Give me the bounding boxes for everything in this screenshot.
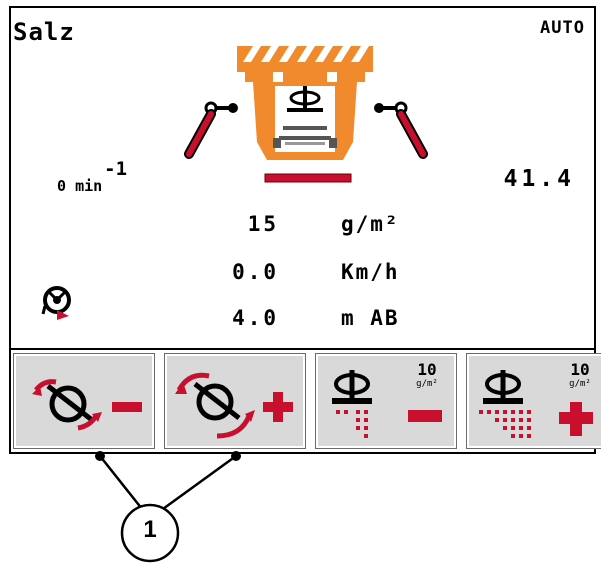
disc-speed-readout: 0 min-1 [57, 158, 127, 195]
callout-number: 1 [143, 516, 157, 543]
terminal-screen: Salz AUTO 0 min-1 41.4 15 g/m² 0.0 Km/h … [9, 6, 601, 454]
disc-speed-unit: min [75, 177, 103, 195]
speed-value: 0.0 [232, 260, 279, 284]
rate-increase-button[interactable]: 10 g/m² [467, 354, 601, 448]
disc-speed-value: 0 [57, 177, 67, 195]
rate-step-label: 10 g/m² [563, 362, 597, 392]
disc-speed-exponent: -1 [104, 158, 128, 180]
rate-step-label: 10 g/m² [410, 362, 444, 392]
spread-pattern-minus-icon [32, 379, 142, 431]
hopper-icon [237, 46, 373, 183]
softkey-bar: 10 g/m² 10 g/m² [11, 348, 601, 454]
rate-step-unit: g/m² [416, 379, 438, 389]
rate-value: 15 [247, 212, 279, 236]
spreader-disc-status-icon [41, 286, 71, 320]
distance-unit: m AB [341, 306, 400, 330]
right-spread-arm-icon [374, 101, 428, 159]
product-name: Salz [13, 18, 75, 46]
callout-line-left [99, 455, 147, 515]
spread-width-increase-button[interactable] [165, 354, 305, 448]
rate-step-unit: g/m² [569, 379, 591, 389]
mode-indicator: AUTO [540, 18, 585, 38]
right-readout-value: 41.4 [503, 166, 575, 192]
rate-decrease-button[interactable]: 10 g/m² [316, 354, 456, 448]
callout-line-right [155, 454, 237, 516]
spreader-illustration [184, 46, 428, 183]
spread-width-decrease-button[interactable] [14, 354, 154, 448]
distance-value: 4.0 [232, 306, 279, 330]
left-spread-arm-icon [184, 101, 238, 159]
rate-unit: g/m² [341, 212, 400, 236]
spread-pattern-plus-icon [175, 372, 293, 439]
speed-unit: Km/h [341, 260, 400, 284]
